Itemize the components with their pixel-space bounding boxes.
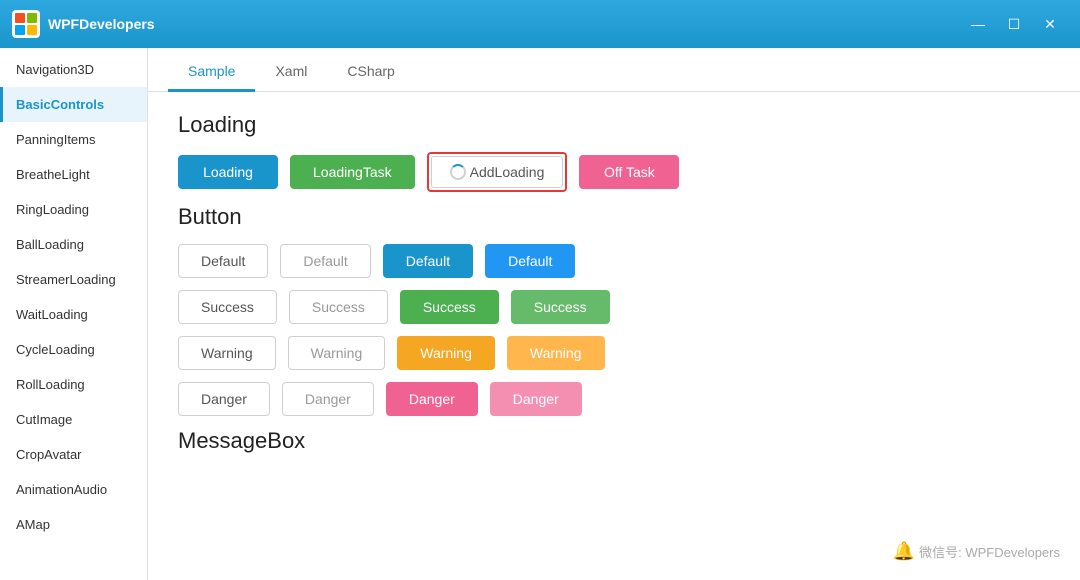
danger-btn-outline-1[interactable]: Danger: [178, 382, 270, 416]
danger-btn-red-2[interactable]: Danger: [490, 382, 582, 416]
addloading-label: AddLoading: [470, 164, 545, 180]
loading-button[interactable]: Loading: [178, 155, 278, 189]
sidebar-item-cutimage[interactable]: CutImage: [0, 402, 147, 437]
button-row-default: Default Default Default Default: [178, 244, 1050, 278]
watermark-icon: 🔔: [893, 541, 915, 562]
sidebar-item-ballloading[interactable]: BallLoading: [0, 227, 147, 262]
danger-btn-red-1[interactable]: Danger: [386, 382, 478, 416]
messagebox-section-title: MessageBox: [178, 428, 1050, 454]
default-btn-blue-1[interactable]: Default: [383, 244, 473, 278]
logo-quadrant-green: [27, 13, 37, 23]
sidebar-item-cropavatar[interactable]: CropAvatar: [0, 437, 147, 472]
sidebar-item-rollloading[interactable]: RollLoading: [0, 367, 147, 402]
offtask-button[interactable]: Off Task: [579, 155, 679, 189]
title-bar: WPFDevelopers — ☐ ✕: [0, 0, 1080, 48]
addloading-button[interactable]: AddLoading: [431, 156, 564, 188]
success-btn-green-2[interactable]: Success: [511, 290, 610, 324]
warning-btn-outline-2[interactable]: Warning: [288, 336, 386, 370]
logo-quadrant-yellow: [27, 25, 37, 35]
success-btn-green-1[interactable]: Success: [400, 290, 499, 324]
tab-xaml[interactable]: Xaml: [255, 53, 327, 92]
warning-btn-orange-2[interactable]: Warning: [507, 336, 605, 370]
content-area: Sample Xaml CSharp Loading Loading Loadi…: [148, 48, 1080, 580]
loading-spinner-icon: [450, 164, 466, 180]
main-layout: Navigation3D BasicControls PanningItems …: [0, 48, 1080, 580]
tab-sample[interactable]: Sample: [168, 53, 255, 92]
window-controls: — ☐ ✕: [960, 8, 1068, 40]
watermark-text: 微信号: WPFDevelopers: [919, 542, 1060, 561]
app-title: WPFDevelopers: [48, 16, 960, 32]
loadingtask-button[interactable]: LoadingTask: [290, 155, 415, 189]
default-btn-outline-1[interactable]: Default: [178, 244, 268, 278]
sidebar-item-amap[interactable]: AMap: [0, 507, 147, 542]
logo-quadrant-blue: [15, 25, 25, 35]
button-section-title: Button: [178, 204, 1050, 230]
sidebar-item-cycleloading[interactable]: CycleLoading: [0, 332, 147, 367]
close-button[interactable]: ✕: [1032, 8, 1068, 40]
sidebar-item-navigation3d[interactable]: Navigation3D: [0, 52, 147, 87]
content-scroll: Loading Loading LoadingTask AddLoading O…: [148, 92, 1080, 580]
success-btn-outline-2[interactable]: Success: [289, 290, 388, 324]
sidebar-item-streamerloading[interactable]: StreamerLoading: [0, 262, 147, 297]
warning-btn-outline-1[interactable]: Warning: [178, 336, 276, 370]
loading-button-row: Loading LoadingTask AddLoading Off Task: [178, 152, 1050, 192]
danger-btn-outline-2[interactable]: Danger: [282, 382, 374, 416]
sidebar-item-panningitems[interactable]: PanningItems: [0, 122, 147, 157]
tab-csharp[interactable]: CSharp: [327, 53, 414, 92]
loading-section-title: Loading: [178, 112, 1050, 138]
success-btn-outline-1[interactable]: Success: [178, 290, 277, 324]
sidebar-item-ringloading[interactable]: RingLoading: [0, 192, 147, 227]
tab-bar: Sample Xaml CSharp: [148, 48, 1080, 92]
watermark: 🔔 微信号: WPFDevelopers: [893, 541, 1060, 562]
button-row-danger: Danger Danger Danger Danger: [178, 382, 1050, 416]
sidebar: Navigation3D BasicControls PanningItems …: [0, 48, 148, 580]
maximize-button[interactable]: ☐: [996, 8, 1032, 40]
app-logo: [12, 10, 40, 38]
button-row-success: Success Success Success Success: [178, 290, 1050, 324]
sidebar-item-animationaudio[interactable]: AnimationAudio: [0, 472, 147, 507]
sidebar-item-basiccontrols[interactable]: BasicControls: [0, 87, 147, 122]
minimize-button[interactable]: —: [960, 8, 996, 40]
sidebar-item-breathelight[interactable]: BreatheLight: [0, 157, 147, 192]
default-btn-outline-2[interactable]: Default: [280, 244, 370, 278]
button-row-warning: Warning Warning Warning Warning: [178, 336, 1050, 370]
default-btn-blue-2[interactable]: Default: [485, 244, 575, 278]
warning-btn-orange-1[interactable]: Warning: [397, 336, 495, 370]
logo-quadrant-red: [15, 13, 25, 23]
sidebar-item-waitloading[interactable]: WaitLoading: [0, 297, 147, 332]
addloading-wrapper: AddLoading: [427, 152, 568, 192]
